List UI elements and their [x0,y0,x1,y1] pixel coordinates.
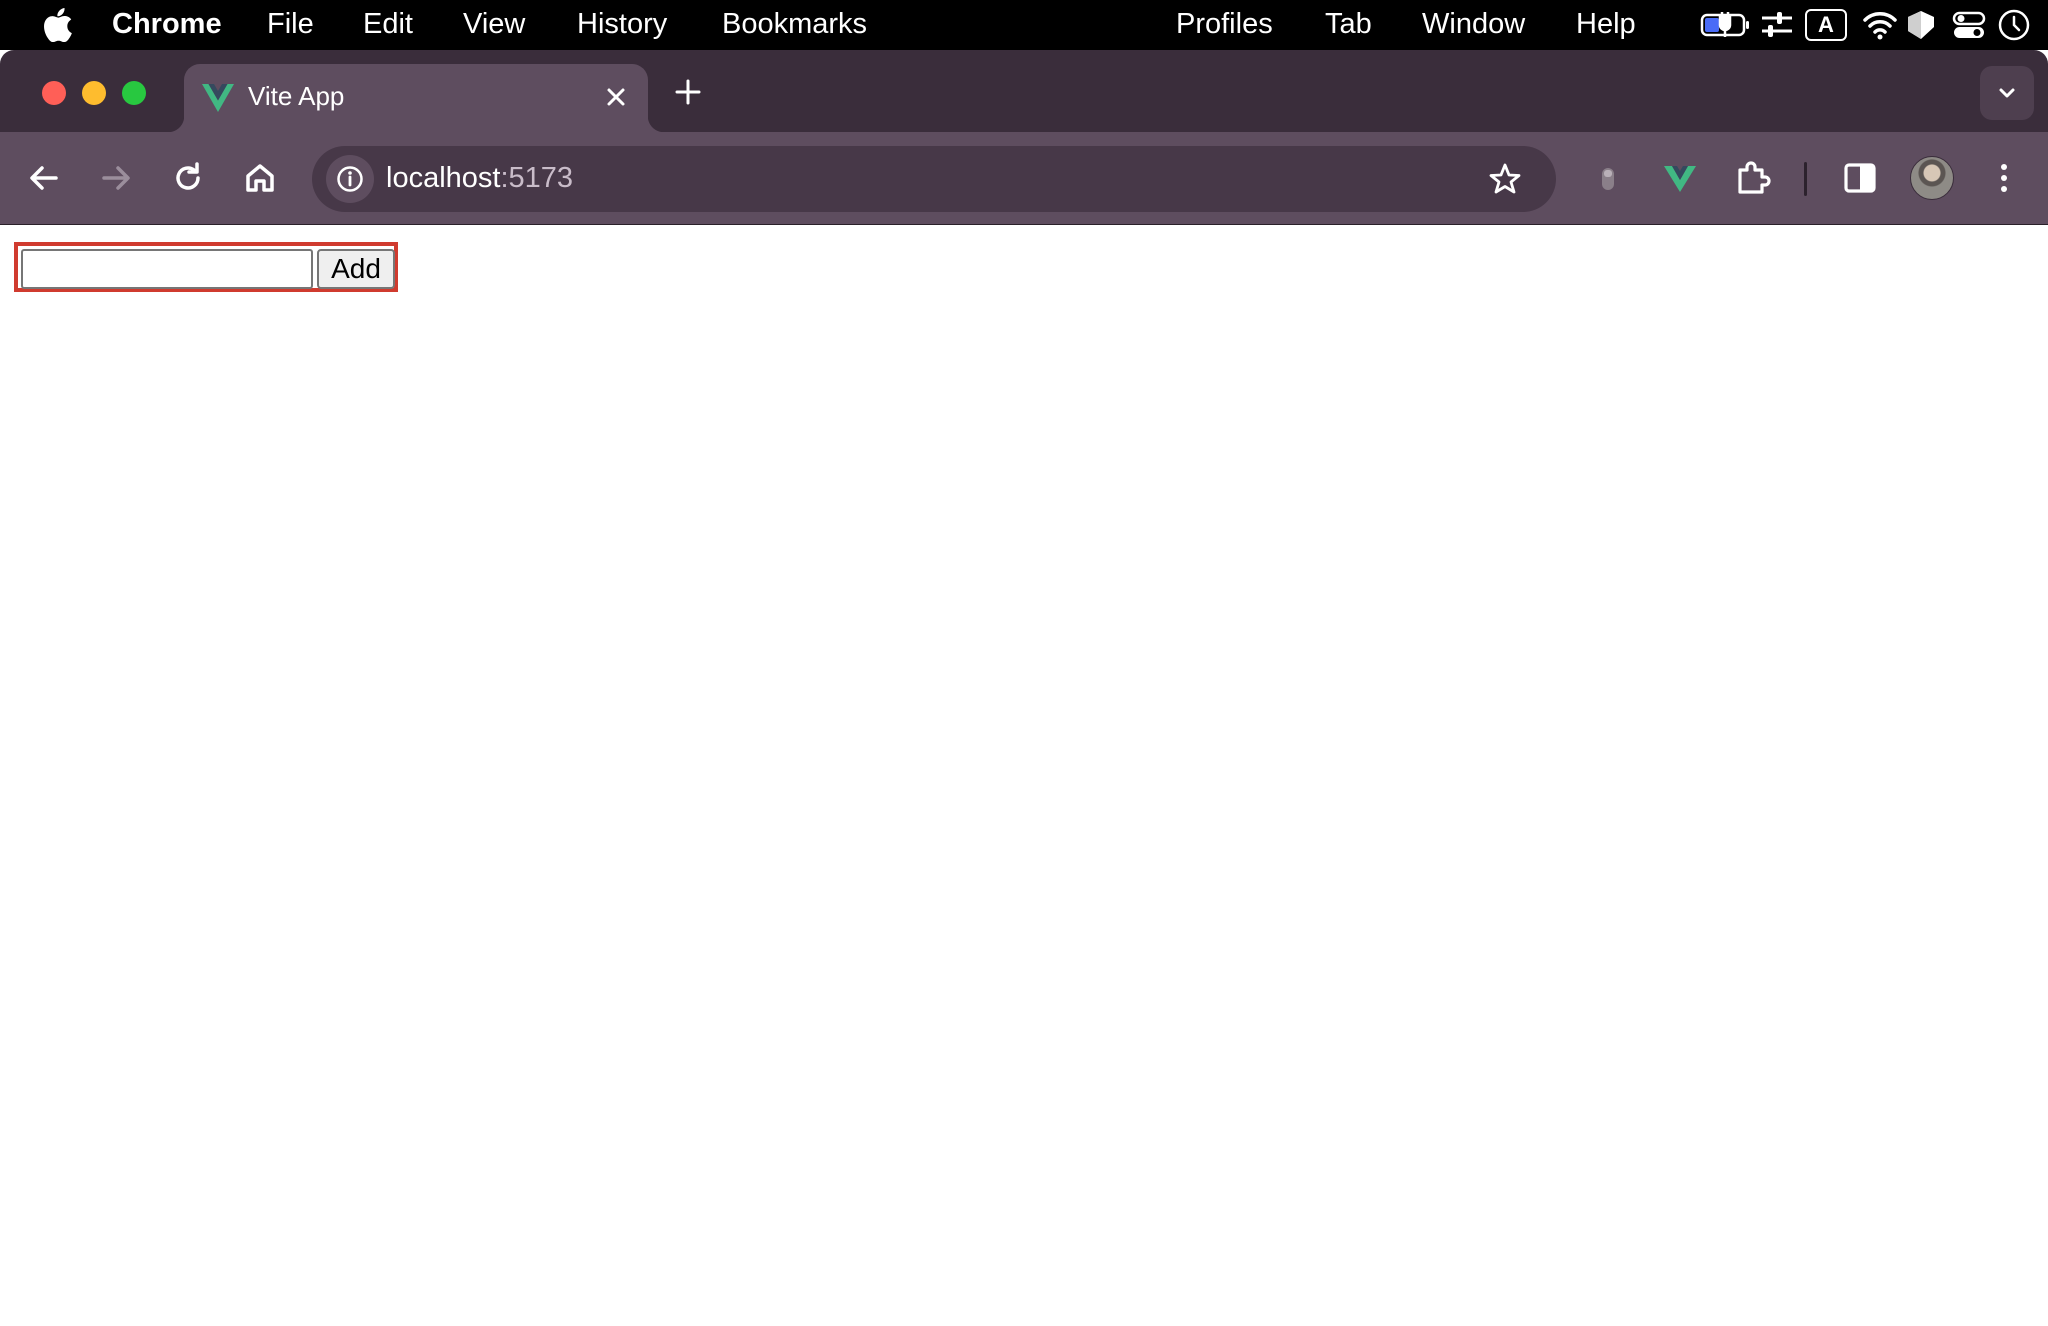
vue-logo-icon [202,84,234,112]
control-sliders-icon[interactable] [1760,9,1794,41]
url-host: localhost [386,162,501,194]
menu-window[interactable]: Window [1422,0,1525,50]
close-tab-icon[interactable] [602,83,630,111]
battery-charging-icon[interactable] [1700,9,1752,41]
wifi-icon[interactable] [1862,9,1898,41]
add-form-highlight: Add [14,242,398,292]
tab-title: Vite App [248,81,345,111]
shield-icon[interactable] [1906,9,1936,41]
side-panel-icon[interactable] [1838,156,1882,200]
reload-icon[interactable] [166,156,210,200]
minimize-window-button[interactable] [82,81,106,105]
input-source-icon[interactable]: A [1805,9,1847,41]
home-icon[interactable] [238,156,282,200]
browser-toolbar: localhost:5173 [0,132,2048,224]
menu-help[interactable]: Help [1576,0,1636,50]
tab-search-button[interactable] [1980,66,2034,120]
site-info-button[interactable] [326,155,374,203]
menu-view[interactable]: View [463,0,525,50]
add-button[interactable]: Add [317,249,395,289]
toolbar-divider [1804,162,1807,196]
chevron-down-icon [1999,88,2015,98]
menu-bar: Chrome File Edit View History Bookmarks … [0,0,2048,50]
vue-devtools-icon[interactable] [1658,156,1702,200]
page-content: Add [0,225,2048,1326]
menu-edit[interactable]: Edit [363,0,413,50]
menu-history[interactable]: History [577,0,667,50]
url-port: :5173 [500,162,574,194]
forward-icon[interactable] [94,156,138,200]
clock-icon[interactable] [1996,9,2032,41]
info-icon [337,166,363,192]
new-tab-icon[interactable] [672,76,704,108]
item-input[interactable] [21,249,313,289]
menu-app-name[interactable]: Chrome [112,0,222,50]
apple-icon[interactable] [42,8,74,42]
extensions-puzzle-icon[interactable] [1730,156,1774,200]
bookmark-star-icon[interactable] [1488,162,1522,196]
back-icon[interactable] [22,156,66,200]
menu-profiles[interactable]: Profiles [1176,0,1273,50]
menu-bookmarks[interactable]: Bookmarks [722,0,867,50]
menu-tab[interactable]: Tab [1325,0,1372,50]
profile-avatar[interactable] [1910,156,1954,200]
extension-icon[interactable] [1586,156,1630,200]
maximize-window-button[interactable] [122,81,146,105]
address-bar[interactable]: localhost:5173 [312,146,1556,212]
tab-strip: Vite App [0,50,2048,132]
browser-window: Vite App localhost:5173 Add [0,50,2048,1326]
close-window-button[interactable] [42,81,66,105]
url-text: localhost:5173 [386,146,573,212]
menu-file[interactable]: File [267,0,314,50]
tab-vite-app[interactable]: Vite App [168,64,664,132]
control-center-icon[interactable] [1952,9,1986,41]
more-menu-icon[interactable] [1982,156,2026,200]
